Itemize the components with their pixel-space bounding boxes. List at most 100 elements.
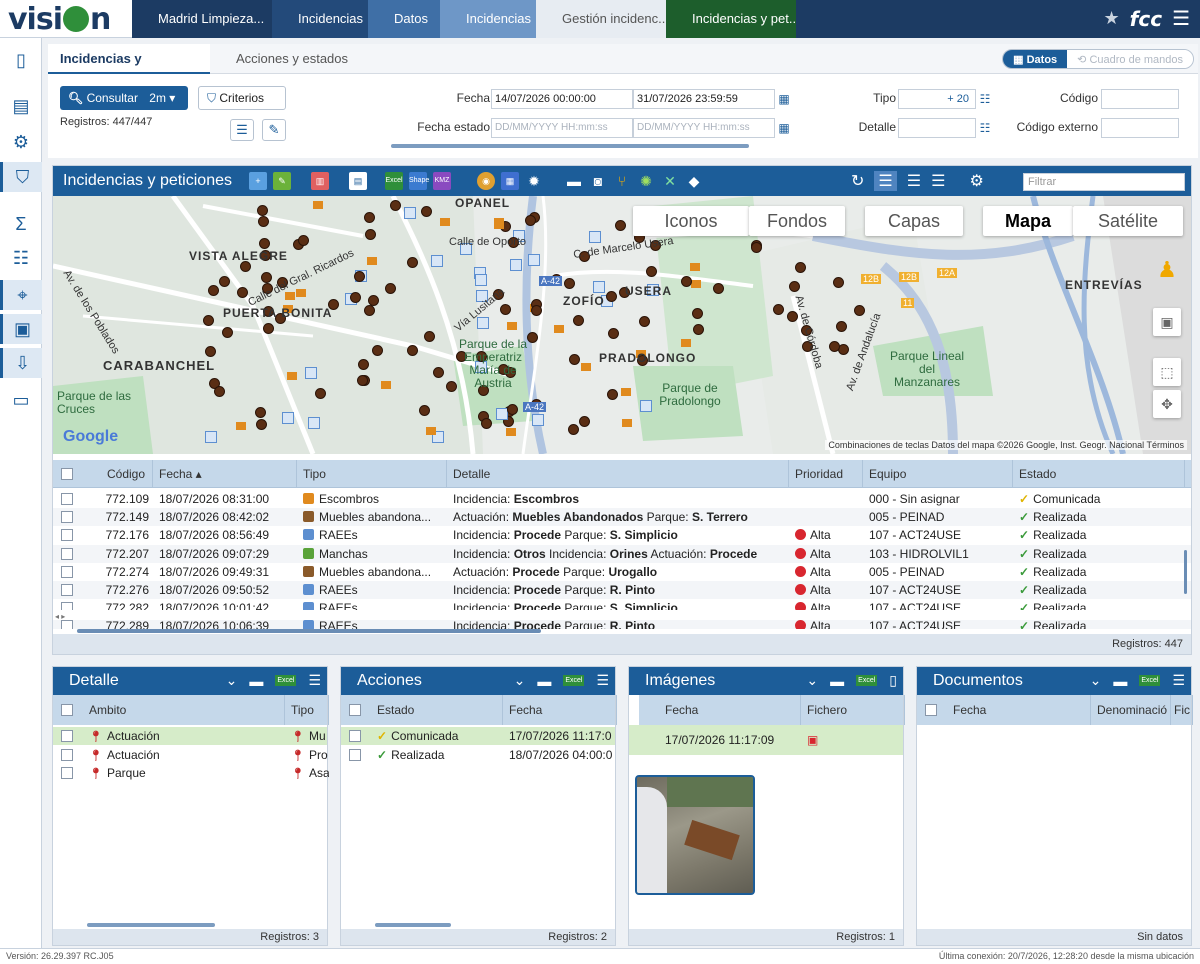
col-fichero[interactable]: Fichero	[801, 695, 905, 725]
download-tray-icon[interactable]: ⇩	[0, 348, 42, 378]
incident-marker-icon[interactable]	[297, 234, 309, 246]
favorite-star-icon[interactable]: ★	[1104, 8, 1120, 29]
incident-marker-icon[interactable]	[689, 262, 700, 271]
col-tipo[interactable]: Tipo	[297, 460, 447, 488]
incident-marker-icon[interactable]	[284, 292, 295, 301]
tipo-list-icon[interactable]: ☷	[976, 89, 994, 109]
panel-toggle-icon[interactable]: ▯	[9, 48, 33, 72]
incident-marker-icon[interactable]	[366, 256, 377, 265]
add-icon[interactable]: +	[249, 172, 267, 190]
codigo-externo-input[interactable]	[1101, 118, 1179, 138]
map-view[interactable]: VISTA ALEGRE PUERTA BONITA CARABANCHEL O…	[53, 196, 1191, 454]
collapse-chevron-icon[interactable]: ⌄	[1090, 672, 1102, 689]
row-checkbox[interactable]	[61, 730, 73, 742]
scroll-arrows-icon[interactable]: ◂ ▸	[55, 612, 65, 621]
table-row[interactable]: 772.109 18/07/2026 08:31:00 Escombros Incid…	[53, 490, 1191, 508]
incident-marker-icon[interactable]	[262, 322, 274, 334]
excel-icon[interactable]: Excel	[1139, 675, 1161, 686]
hamburger-menu-icon[interactable]: ☰	[1172, 6, 1190, 31]
map-fondos-button[interactable]: Fondos	[749, 206, 845, 236]
col-tipo[interactable]: Tipo	[285, 695, 329, 725]
row-checkbox[interactable]	[61, 565, 73, 578]
col-fichero[interactable]: Fic	[1171, 695, 1193, 725]
incident-marker-icon[interactable]	[506, 321, 517, 330]
incident-marker-icon[interactable]	[681, 275, 693, 287]
acciones-scrollbar[interactable]	[375, 923, 451, 927]
incident-marker-icon[interactable]	[605, 290, 617, 302]
incident-marker-icon[interactable]	[480, 418, 492, 430]
row-checkbox[interactable]	[61, 767, 73, 779]
gear-badge-icon[interactable]: ✹	[525, 172, 543, 190]
incident-marker-icon[interactable]	[589, 231, 602, 244]
table-row[interactable]: 772.207 18/07/2026 09:07:29 Manchas Inciden…	[53, 544, 1191, 563]
map-capas-button[interactable]: Capas	[865, 206, 963, 236]
settings-gears-icon[interactable]: ⚙	[9, 130, 33, 154]
incident-marker-icon[interactable]	[477, 317, 490, 330]
row-checkbox[interactable]	[61, 511, 73, 524]
breadcrumb-item-datos[interactable]: Datos	[368, 0, 440, 38]
incident-marker-icon[interactable]	[203, 314, 215, 326]
select-all-checkbox[interactable]	[61, 468, 73, 480]
incident-marker-icon[interactable]	[356, 374, 368, 386]
incident-marker-icon[interactable]	[296, 289, 307, 298]
incident-marker-icon[interactable]	[713, 283, 725, 294]
collapse-chevron-icon[interactable]: ⌄	[226, 672, 238, 689]
table-row[interactable]: 772.276 18/07/2026 09:50:52 RAEEs Incidenci…	[53, 581, 1191, 599]
sum-icon[interactable]: Σ	[9, 212, 33, 236]
shape-export-icon[interactable]: Shape	[409, 172, 429, 190]
breadcrumb-item-incidencias[interactable]: Incidencias	[272, 0, 368, 38]
table-row[interactable]: 772.176 18/07/2026 08:56:49 RAEEs Incidenci…	[53, 526, 1191, 544]
fecha-desde-input[interactable]: 14/07/2026 00:00:00	[491, 89, 633, 109]
table-h-scrollbar[interactable]	[77, 629, 541, 633]
filters-scrollbar[interactable]	[391, 144, 749, 148]
row-checkbox[interactable]	[61, 529, 73, 542]
list-item[interactable]: ✓ Realizada 18/07/2026 04:00:0	[341, 746, 615, 764]
map-satelite-button[interactable]: Satélite	[1073, 206, 1183, 236]
incident-marker-icon[interactable]	[381, 380, 392, 389]
incident-photo-thumbnail[interactable]	[635, 775, 755, 895]
list-add-icon[interactable]: ☰	[931, 171, 945, 191]
menu-icon[interactable]: ☰	[308, 672, 321, 689]
incident-marker-icon[interactable]	[364, 228, 376, 240]
fecha-estado-desde-input[interactable]: DD/MM/YYYY HH:mm:ss	[491, 118, 633, 138]
col-denominacion[interactable]: Denominació	[1091, 695, 1171, 725]
incident-marker-icon[interactable]	[505, 428, 516, 437]
table-v-scrollbar[interactable]	[1184, 550, 1187, 594]
collapse-chevron-icon[interactable]: ⌄	[806, 672, 818, 689]
incident-marker-icon[interactable]	[568, 423, 580, 435]
excel-icon[interactable]: Excel	[563, 675, 585, 686]
tipo-input[interactable]: + 20	[898, 89, 976, 109]
edit-icon[interactable]: ✎	[273, 172, 291, 190]
tab-acciones[interactable]: Acciones y estados	[224, 44, 360, 74]
incident-marker-icon[interactable]	[580, 363, 591, 372]
print-icon[interactable]: ▬	[249, 673, 263, 689]
menu-icon[interactable]: ☰	[596, 672, 609, 689]
col-ambito[interactable]: Ambito	[83, 695, 285, 725]
incident-marker-icon[interactable]	[371, 345, 383, 357]
incident-marker-icon[interactable]	[207, 284, 219, 296]
table-row[interactable]: 772.274 18/07/2026 09:49:31 Muebles abando…	[53, 563, 1191, 581]
toggle-cuadro[interactable]: ⟲ Cuadro de mandos	[1067, 50, 1193, 68]
col-estado[interactable]: Estado	[1013, 460, 1185, 488]
consultar-button[interactable]: 🔍︎ Consultar 2m ▾	[60, 86, 188, 110]
detalle-list-icon[interactable]: ☷	[976, 118, 994, 138]
incident-marker-icon[interactable]	[256, 204, 268, 216]
incident-marker-icon[interactable]	[829, 340, 841, 352]
incident-marker-icon[interactable]	[530, 304, 542, 316]
map-iconos-button[interactable]: Iconos	[633, 206, 749, 236]
map-icon[interactable]: ⌖	[0, 280, 42, 310]
incident-marker-icon[interactable]	[564, 277, 576, 289]
filtrar-input[interactable]: Filtrar	[1023, 173, 1185, 191]
list-icon[interactable]: ☰	[907, 171, 921, 191]
binoculars-icon[interactable]: ◙	[589, 172, 607, 190]
row-checkbox[interactable]	[61, 547, 73, 560]
incident-marker-icon[interactable]	[432, 366, 444, 378]
incident-marker-icon[interactable]	[403, 206, 416, 219]
col-fecha[interactable]: Fecha	[947, 695, 1091, 725]
incident-marker-icon[interactable]	[214, 385, 226, 397]
col-prioridad[interactable]: Prioridad	[789, 460, 863, 488]
calendar-icon[interactable]: ▦	[775, 89, 793, 109]
imagen-row[interactable]: 17/07/2026 11:17:09 ▣	[629, 725, 903, 755]
incident-marker-icon[interactable]	[680, 338, 691, 347]
col-fecha[interactable]: Fecha ▴	[153, 460, 297, 488]
